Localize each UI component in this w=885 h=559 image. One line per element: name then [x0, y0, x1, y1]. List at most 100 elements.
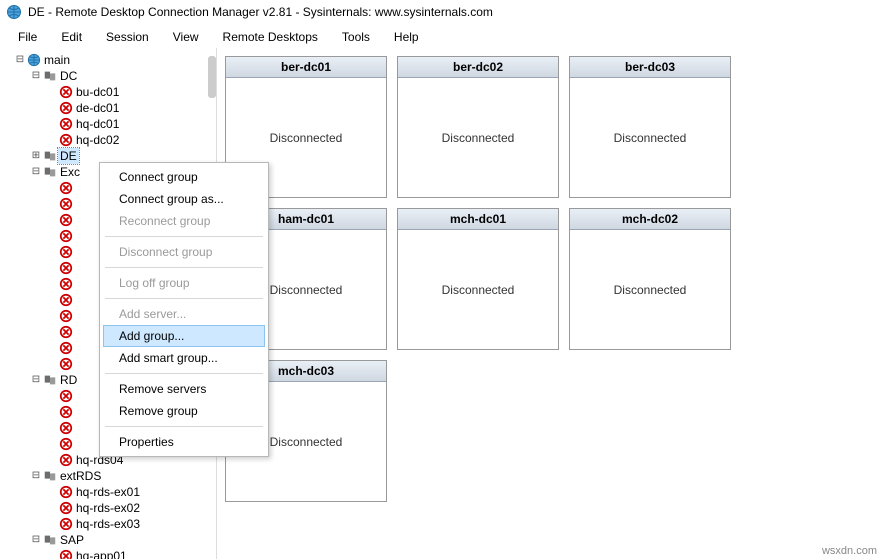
ctx-add-server: Add server...: [103, 303, 265, 325]
tile-status: Disconnected: [398, 78, 558, 197]
error-icon: [58, 261, 74, 275]
expand-icon[interactable]: ⊞: [30, 148, 42, 164]
error-icon: [58, 117, 74, 131]
tile-status: Disconnected: [570, 78, 730, 197]
error-icon: [58, 133, 74, 147]
ctx-remove-group[interactable]: Remove group: [103, 400, 265, 422]
servers-icon: [42, 165, 58, 179]
tree-group-dc[interactable]: ⊟ DC: [2, 68, 214, 84]
tree-label-selected: DE: [58, 148, 79, 164]
server-tile[interactable]: mch-dc02Disconnected: [569, 208, 731, 350]
tile-title: mch-dc02: [570, 209, 730, 230]
separator: [105, 298, 263, 299]
error-icon: [58, 293, 74, 307]
tile-title: ber-dc01: [226, 57, 386, 78]
server-tile[interactable]: ber-dc03Disconnected: [569, 56, 731, 198]
tree-server[interactable]: bu-dc01: [2, 84, 214, 100]
tree-server[interactable]: hq-app01: [2, 548, 214, 559]
window-title: DE - Remote Desktop Connection Manager v…: [28, 5, 493, 19]
ctx-reconnect-group: Reconnect group: [103, 210, 265, 232]
error-icon: [58, 405, 74, 419]
error-icon: [58, 197, 74, 211]
tile-title: mch-dc01: [398, 209, 558, 230]
tree-label: SAP: [58, 532, 86, 548]
menu-tools[interactable]: Tools: [330, 28, 382, 46]
menu-file[interactable]: File: [6, 28, 49, 46]
server-tile[interactable]: ber-dc02Disconnected: [397, 56, 559, 198]
tree-group-sap[interactable]: ⊟ SAP: [2, 532, 214, 548]
tree-server[interactable]: hq-dc02: [2, 132, 214, 148]
separator: [105, 267, 263, 268]
tree-server[interactable]: hq-rds-ex01: [2, 484, 214, 500]
error-icon: [58, 341, 74, 355]
tree-label: hq-app01: [74, 548, 129, 559]
menu-remote-desktops[interactable]: Remote Desktops: [211, 28, 330, 46]
servers-icon: [42, 69, 58, 83]
error-icon: [58, 357, 74, 371]
footer-watermark: wsxdn.com: [822, 545, 877, 557]
error-icon: [58, 517, 74, 531]
error-icon: [58, 549, 74, 559]
error-icon: [58, 421, 74, 435]
servers-icon: [42, 149, 58, 163]
separator: [105, 236, 263, 237]
servers-icon: [42, 469, 58, 483]
tree-server[interactable]: hq-rds-ex03: [2, 516, 214, 532]
collapse-icon[interactable]: ⊟: [30, 68, 42, 84]
separator: [105, 373, 263, 374]
tree-server[interactable]: hq-dc01: [2, 116, 214, 132]
tile-status: Disconnected: [398, 230, 558, 349]
server-tile[interactable]: mch-dc01Disconnected: [397, 208, 559, 350]
globe-icon: [26, 53, 42, 67]
ctx-add-group[interactable]: Add group...: [103, 325, 265, 347]
app-icon: [6, 4, 22, 20]
error-icon: [58, 485, 74, 499]
tree-group-extrds[interactable]: ⊟extRDS: [2, 468, 214, 484]
ctx-remove-servers[interactable]: Remove servers: [103, 378, 265, 400]
tree-label: bu-dc01: [74, 84, 121, 100]
tree-label: DC: [58, 68, 79, 84]
menu-edit[interactable]: Edit: [49, 28, 94, 46]
ctx-connect-group[interactable]: Connect group: [103, 166, 265, 188]
error-icon: [58, 309, 74, 323]
tree-label: Exc: [58, 164, 82, 180]
tree-label: hq-rds-ex02: [74, 500, 142, 516]
tree-label: de-dc01: [74, 100, 121, 116]
collapse-icon[interactable]: ⊟: [30, 468, 42, 484]
context-menu: Connect group Connect group as... Reconn…: [99, 162, 269, 457]
ctx-properties[interactable]: Properties: [103, 431, 265, 453]
menu-view[interactable]: View: [161, 28, 211, 46]
tree-root[interactable]: ⊟ main: [2, 52, 214, 68]
error-icon: [58, 277, 74, 291]
collapse-icon[interactable]: ⊟: [30, 372, 42, 388]
collapse-icon[interactable]: ⊟: [14, 52, 26, 68]
tree-server[interactable]: hq-rds-ex02: [2, 500, 214, 516]
tile-title: ber-dc03: [570, 57, 730, 78]
error-icon: [58, 229, 74, 243]
error-icon: [58, 101, 74, 115]
tree-server[interactable]: de-dc01: [2, 100, 214, 116]
tree-label: main: [42, 52, 72, 68]
ctx-add-smart-group[interactable]: Add smart group...: [103, 347, 265, 369]
tree-label: RD: [58, 372, 79, 388]
collapse-icon[interactable]: ⊟: [30, 164, 42, 180]
ctx-connect-group-as[interactable]: Connect group as...: [103, 188, 265, 210]
ctx-disconnect-group: Disconnect group: [103, 241, 265, 263]
error-icon: [58, 245, 74, 259]
menu-help[interactable]: Help: [382, 28, 431, 46]
menu-session[interactable]: Session: [94, 28, 161, 46]
error-icon: [58, 325, 74, 339]
tree-label: hq-rds-ex03: [74, 516, 142, 532]
thumbnail-area: ber-dc01Disconnected ber-dc02Disconnecte…: [217, 48, 885, 559]
menu-bar: File Edit Session View Remote Desktops T…: [0, 24, 885, 49]
tile-status: Disconnected: [570, 230, 730, 349]
tile-title: ber-dc02: [398, 57, 558, 78]
servers-icon: [42, 373, 58, 387]
error-icon: [58, 501, 74, 515]
error-icon: [58, 85, 74, 99]
scrollbar-thumb[interactable]: [208, 56, 216, 98]
tree-label: hq-dc02: [74, 132, 121, 148]
collapse-icon[interactable]: ⊟: [30, 532, 42, 548]
title-bar: DE - Remote Desktop Connection Manager v…: [0, 0, 885, 24]
error-icon: [58, 181, 74, 195]
